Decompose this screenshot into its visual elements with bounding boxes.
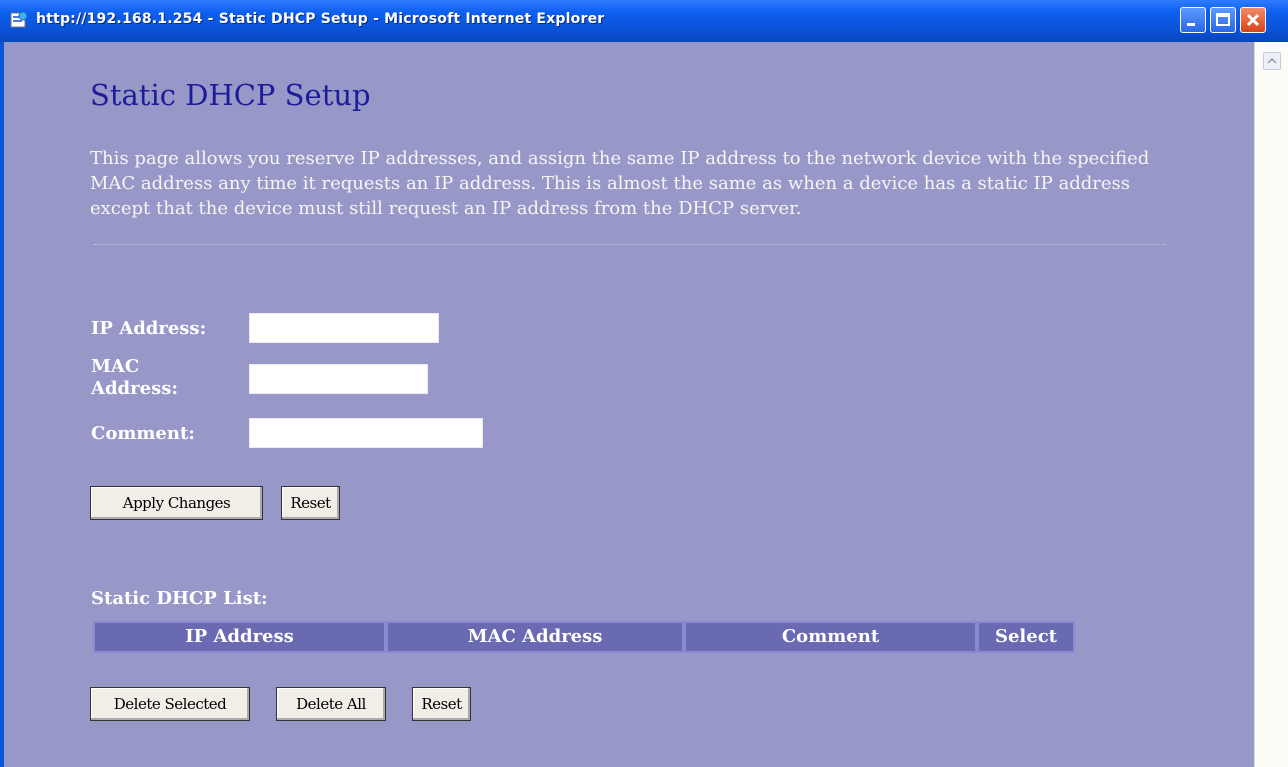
maximize-button[interactable] <box>1210 7 1236 33</box>
column-header-mac-address: MAC Address <box>386 621 684 653</box>
scroll-up-button[interactable] <box>1263 52 1281 70</box>
mac-address-label: MAC Address: <box>91 356 178 399</box>
column-header-comment: Comment <box>684 621 977 653</box>
form-reset-button[interactable]: Reset <box>281 486 340 520</box>
mac-address-input[interactable] <box>249 364 428 394</box>
browser-window: http://192.168.1.254 - Static DHCP Setup… <box>0 0 1288 767</box>
page-content: Static DHCP Setup This page allows you r… <box>4 42 1254 767</box>
close-icon <box>1246 13 1260 27</box>
minimize-button[interactable] <box>1180 7 1206 33</box>
ip-address-label: IP Address: <box>91 318 207 339</box>
divider <box>94 244 1166 245</box>
column-header-ip-address: IP Address <box>93 621 386 653</box>
close-button[interactable] <box>1240 7 1266 33</box>
ie-page-icon <box>10 11 28 28</box>
window-title: http://192.168.1.254 - Static DHCP Setup… <box>36 11 605 27</box>
scroll-up-arrow-icon <box>1267 57 1277 64</box>
column-header-select: Select <box>977 621 1075 653</box>
minimize-icon <box>1187 23 1195 26</box>
title-bar[interactable]: http://192.168.1.254 - Static DHCP Setup… <box>0 0 1288 42</box>
page-description: This page allows you reserve IP addresse… <box>90 148 1150 219</box>
delete-selected-button[interactable]: Delete Selected <box>90 687 250 721</box>
vertical-scrollbar[interactable] <box>1254 42 1288 767</box>
apply-changes-button[interactable]: Apply Changes <box>90 486 263 520</box>
list-reset-button[interactable]: Reset <box>412 687 471 721</box>
page-title: Static DHCP Setup <box>90 78 371 112</box>
comment-label: Comment: <box>91 423 195 444</box>
maximize-icon <box>1216 13 1230 26</box>
delete-all-button[interactable]: Delete All <box>276 687 386 721</box>
comment-input[interactable] <box>249 418 483 448</box>
ip-address-input[interactable] <box>249 313 439 343</box>
static-dhcp-list-title: Static DHCP List: <box>91 588 268 609</box>
